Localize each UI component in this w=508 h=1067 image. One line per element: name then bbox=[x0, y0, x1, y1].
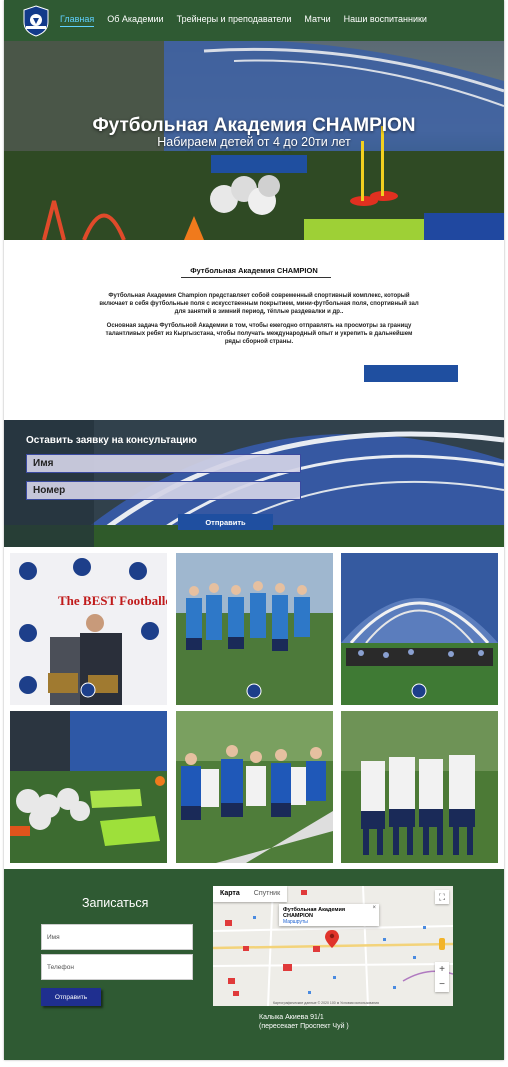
map-tab-satellite[interactable]: Спутник bbox=[247, 886, 287, 902]
about-paragraph-1: Футбольная Академия Champion представляе… bbox=[99, 293, 419, 315]
gallery-photo-5[interactable] bbox=[176, 711, 333, 863]
gallery-photo-6[interactable] bbox=[341, 711, 498, 863]
hero-subtitle: Набираем детей от 4 до 20ти лет bbox=[157, 135, 351, 149]
consult-name-input[interactable] bbox=[26, 454, 301, 473]
signup-submit-button[interactable]: Отправить bbox=[41, 988, 101, 1006]
hero-cta-button[interactable] bbox=[211, 155, 307, 173]
gallery-photo-2[interactable] bbox=[176, 553, 333, 705]
about-more-button[interactable] bbox=[364, 365, 458, 382]
zoom-out-icon[interactable]: − bbox=[435, 977, 449, 992]
google-map[interactable]: Карта Спутник ⛶ Футбольная Академия CHAM… bbox=[213, 886, 453, 1006]
signup-name-input[interactable] bbox=[41, 924, 193, 950]
consultation-title: Оставить заявку на консультацию bbox=[26, 435, 197, 446]
map-attribution: Картографические данные © 2020 100 м Усл… bbox=[273, 1001, 379, 1005]
page: Главная Об Академии Трейнеры и преподава… bbox=[4, 0, 504, 1060]
gallery-photo-3[interactable] bbox=[341, 553, 498, 705]
about-title: Футбольная Академия CHAMPION bbox=[190, 266, 318, 275]
about-divider bbox=[181, 277, 331, 278]
gallery-photo-1-text: The BEST Footballer bbox=[58, 593, 167, 608]
gallery-photo-1[interactable]: The BEST Footballer bbox=[10, 553, 167, 705]
map-type-tabs: Карта Спутник bbox=[213, 886, 288, 902]
address-line-1: Калыка Акиева 91/1 bbox=[259, 1014, 324, 1021]
address: Калыка Акиева 91/1 (пересекает Проспект … bbox=[259, 1013, 349, 1031]
about-paragraph-2: Основная задача Футбольной Академии в то… bbox=[105, 323, 413, 345]
nav-item-students[interactable]: Наши воспитанники bbox=[344, 14, 427, 27]
top-nav: Главная Об Академии Трейнеры и преподава… bbox=[4, 0, 504, 41]
about-section: Футбольная Академия CHAMPION Футбольная … bbox=[4, 240, 504, 420]
nav-menu: Главная Об Академии Трейнеры и преподава… bbox=[60, 14, 440, 27]
academy-logo-icon[interactable] bbox=[22, 5, 50, 37]
pegman-icon[interactable] bbox=[439, 938, 445, 950]
hero-banner: Футбольная Академия CHAMPION Набираем де… bbox=[4, 41, 504, 240]
gallery-photo-4[interactable] bbox=[10, 711, 167, 863]
nav-item-about[interactable]: Об Академии bbox=[107, 14, 163, 27]
nav-item-matches[interactable]: Матчи bbox=[304, 14, 330, 27]
map-zoom-controls: + − bbox=[435, 962, 449, 992]
address-line-2: (пересекает Проспект Чуй ) bbox=[259, 1023, 349, 1030]
footer-signup-section: Записаться Отправить bbox=[4, 869, 504, 1060]
signup-title: Записаться bbox=[82, 896, 149, 910]
close-icon[interactable]: × bbox=[372, 905, 376, 911]
map-directions-link[interactable]: Маршруты bbox=[283, 919, 375, 925]
zoom-in-icon[interactable]: + bbox=[435, 962, 449, 977]
nav-item-coaches[interactable]: Трейнеры и преподаватели bbox=[177, 14, 292, 27]
photo-gallery: The BEST Footballer bbox=[4, 547, 504, 869]
fullscreen-icon[interactable]: ⛶ bbox=[435, 890, 449, 904]
consultation-form-section: Оставить заявку на консультацию Отправит… bbox=[4, 420, 504, 547]
map-tab-map[interactable]: Карта bbox=[213, 886, 247, 902]
nav-item-home[interactable]: Главная bbox=[60, 14, 95, 27]
map-popup-title: Футбольная Академия CHAMPION bbox=[283, 907, 346, 919]
consult-phone-input[interactable] bbox=[26, 481, 301, 500]
signup-phone-input[interactable] bbox=[41, 954, 193, 980]
map-info-popup: Футбольная Академия CHAMPION Маршруты × bbox=[279, 904, 379, 926]
hero-title: Футбольная Академия CHAMPION bbox=[92, 115, 416, 136]
consult-submit-button[interactable]: Отправить bbox=[178, 514, 273, 530]
